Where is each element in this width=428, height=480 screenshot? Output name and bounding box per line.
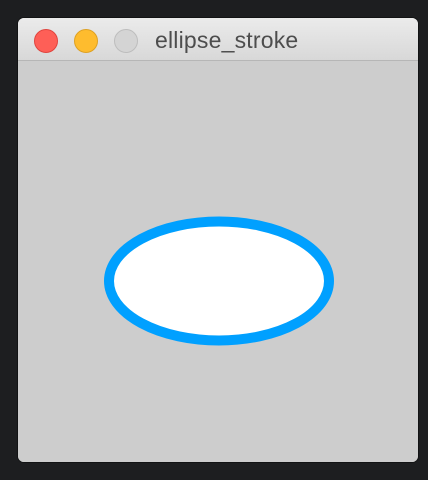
app-window: ellipse_stroke [18, 18, 418, 462]
stroked-ellipse [104, 216, 334, 346]
minimize-button[interactable] [74, 29, 98, 53]
zoom-button [114, 29, 138, 53]
canvas-svg [104, 216, 334, 346]
close-button[interactable] [34, 29, 58, 53]
drawing-canvas [18, 61, 418, 462]
window-title: ellipse_stroke [155, 27, 299, 53]
title-bar[interactable]: ellipse_stroke [18, 18, 418, 61]
